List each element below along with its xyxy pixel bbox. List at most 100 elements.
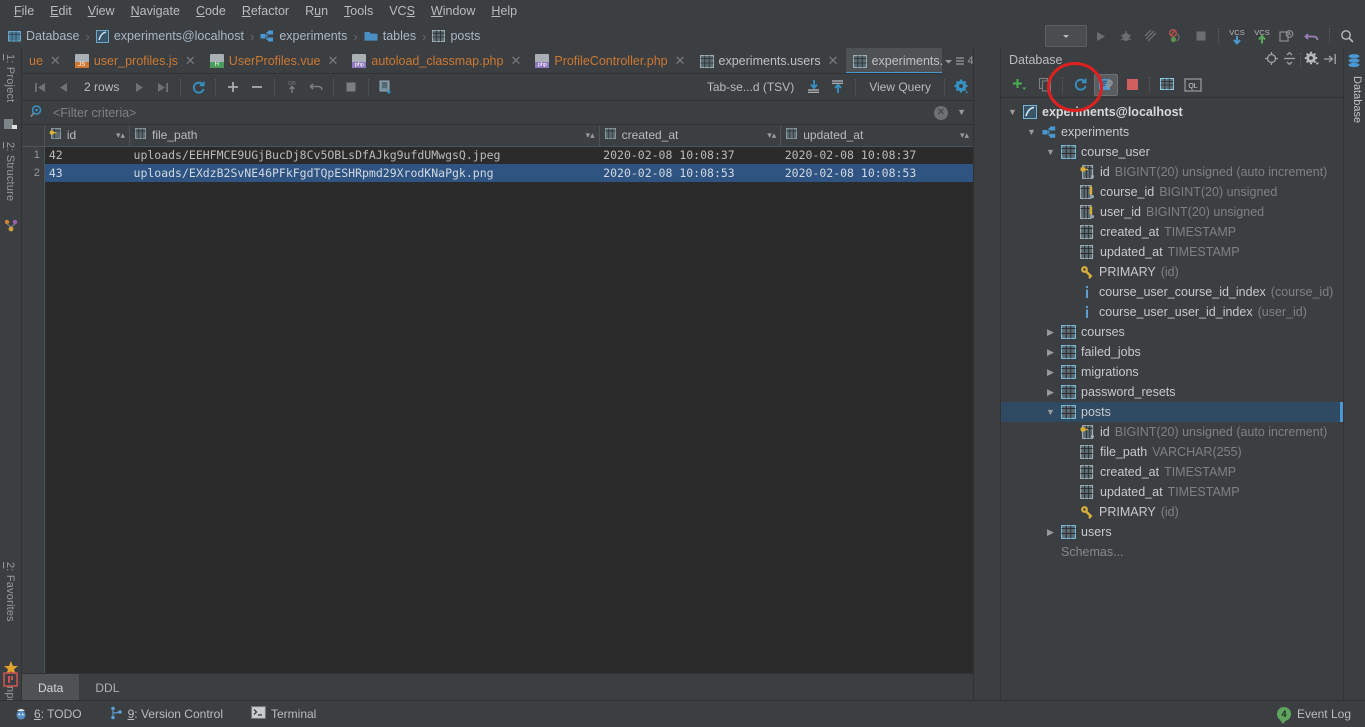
breadcrumb-item-experiments-localhost[interactable]: experiments@localhost xyxy=(95,29,244,43)
undo-icon[interactable] xyxy=(1300,25,1323,47)
coverage-icon[interactable] xyxy=(1139,25,1162,47)
menu-item-window[interactable]: Window xyxy=(423,2,483,20)
cell-updated-at[interactable]: 2020-02-08 10:08:53 xyxy=(780,164,974,182)
menu-item-run[interactable]: Run xyxy=(297,2,336,20)
editor-tab-user-profiles-js[interactable]: user_profiles.js ✕ xyxy=(68,48,203,73)
cell-created-at[interactable]: 2020-02-08 10:08:53 xyxy=(599,164,781,182)
gear-icon[interactable] xyxy=(1304,51,1320,69)
close-icon[interactable]: ✕ xyxy=(675,53,686,69)
status-item-version-control[interactable]: 9: Version Control xyxy=(96,706,237,723)
tree-node-course-id[interactable]: course_id BIGINT(20) unsigned xyxy=(1001,182,1343,202)
tree-node-password-resets[interactable]: ▶ password_resets xyxy=(1001,382,1343,402)
panel-splitter[interactable] xyxy=(973,48,974,700)
data-source-properties-button[interactable] xyxy=(1094,73,1118,96)
tree-node-id[interactable]: id BIGINT(20) unsigned (auto increment) xyxy=(1001,422,1343,442)
menu-item-refactor[interactable]: Refactor xyxy=(234,2,297,20)
jump-to-console-button[interactable] xyxy=(1155,74,1179,96)
editor-bottom-tab-ddl[interactable]: DDL xyxy=(79,674,135,701)
tree-node-created-at[interactable]: created_at TIMESTAMP xyxy=(1001,462,1343,482)
export-format-label[interactable]: Tab-se...d (TSV) xyxy=(699,80,802,94)
tree-node-failed-jobs[interactable]: ▶ failed_jobs xyxy=(1001,342,1343,362)
column-header-updated-at[interactable]: updated_at ▾▴ xyxy=(780,125,974,147)
chevron-right-icon[interactable]: ▶ xyxy=(1045,387,1056,398)
stop-square-icon[interactable] xyxy=(1120,74,1144,96)
stop-square-icon[interactable] xyxy=(1189,25,1212,47)
clear-filter-button[interactable]: ✕ xyxy=(934,106,948,120)
cancel-query-button[interactable] xyxy=(339,76,363,98)
profiler-icon[interactable] xyxy=(1164,25,1187,47)
sort-indicator-icon[interactable]: ▾▴ xyxy=(767,130,776,141)
menu-item-tools[interactable]: Tools xyxy=(336,2,381,20)
editor-tab-userprofiles-vue[interactable]: UserProfiles.vue ✕ xyxy=(203,48,346,73)
view-query-button[interactable]: View Query xyxy=(861,80,939,94)
search-icon[interactable] xyxy=(1336,25,1359,47)
close-icon[interactable]: ✕ xyxy=(828,53,839,69)
collapse-all-icon[interactable] xyxy=(1282,51,1297,69)
tree-node-migrations[interactable]: ▶ migrations xyxy=(1001,362,1343,382)
chevron-right-icon[interactable]: ▶ xyxy=(1045,327,1056,338)
column-header-created-at[interactable]: created_at ▾▴ xyxy=(599,125,782,147)
cell-created-at[interactable]: 2020-02-08 10:08:37 xyxy=(599,146,781,164)
breadcrumb-item-tables[interactable]: tables xyxy=(364,29,416,43)
chevron-down-icon[interactable]: ▼ xyxy=(1045,147,1056,157)
sidebar-tab-favorites[interactable]: 2: Favorites xyxy=(1,558,19,626)
editor-bottom-tab-data[interactable]: Data xyxy=(22,674,80,701)
cell-id[interactable]: 42 xyxy=(44,146,130,164)
tree-node-experiments-localhost[interactable]: ▼ experiments@localhost xyxy=(1001,102,1343,122)
sidebar-tab-project[interactable]: 1: Project xyxy=(1,50,19,106)
chevron-down-icon[interactable]: ▼ xyxy=(1007,107,1018,117)
vcs-history-button[interactable] xyxy=(1275,25,1298,47)
column-header-file-path[interactable]: file_path ▾▴ xyxy=(129,125,600,147)
sort-indicator-icon[interactable]: ▾▴ xyxy=(586,130,595,141)
tree-node-updated-at[interactable]: updated_at TIMESTAMP xyxy=(1001,242,1343,262)
submit-to-db-button[interactable]: DB xyxy=(280,76,304,98)
tree-node-course-user-user-id-index[interactable]: course_user_user_id_index (user_id) xyxy=(1001,302,1343,322)
chevron-right-icon[interactable]: ▶ xyxy=(1045,347,1056,358)
breadcrumb-item-experiments[interactable]: experiments xyxy=(260,29,347,43)
editor-tab-experiments-users[interactable]: experiments.users ✕ xyxy=(693,48,846,73)
chevron-down-icon[interactable]: ▼ xyxy=(1045,407,1056,417)
cell-file-path[interactable]: uploads/EEHFMCE9UGjBucDj8Cv5OBLsDfAJkg9u… xyxy=(129,146,600,164)
breadcrumb-item-posts[interactable]: posts xyxy=(432,29,480,43)
sort-indicator-icon[interactable]: ▾▴ xyxy=(960,130,969,141)
filter-input[interactable]: <Filter criteria> xyxy=(53,106,136,120)
menu-item-navigate[interactable]: Navigate xyxy=(123,2,188,20)
tree-node-primary[interactable]: PRIMARY (id) xyxy=(1001,502,1343,522)
tree-node-experiments[interactable]: ▼ experiments xyxy=(1001,122,1343,142)
cell-file-path[interactable]: uploads/EXdzB2SvNE46PFkFgdTQpESHRpmd29Xr… xyxy=(129,164,600,182)
editor-tab-autoload-classmap-php[interactable]: autoload_classmap.php ✕ xyxy=(345,48,528,73)
add-datasource-button[interactable] xyxy=(1007,74,1031,96)
editor-tab-clipped[interactable]: ue ✕ xyxy=(22,48,68,73)
chevron-right-icon[interactable]: ▶ xyxy=(1045,527,1056,538)
menu-item-vcs[interactable]: VCS xyxy=(381,2,423,20)
tree-node-courses[interactable]: ▶ courses xyxy=(1001,322,1343,342)
table-row[interactable]: 1 42 uploads/EEHFMCE9UGjBucDj8Cv5OBLsDfAJk… xyxy=(22,146,974,164)
sort-indicator-icon[interactable]: ▾▴ xyxy=(116,130,125,141)
hide-panel-icon[interactable] xyxy=(1323,52,1337,69)
chevron-down-icon[interactable]: ▼ xyxy=(957,107,966,117)
chevron-down-icon[interactable]: ▼ xyxy=(1026,127,1037,137)
revert-changes-button[interactable] xyxy=(304,76,328,98)
copy-icon[interactable] xyxy=(1033,74,1057,96)
refresh-button[interactable] xyxy=(1068,74,1092,96)
reload-page-button[interactable] xyxy=(186,76,210,98)
chevron-right-icon[interactable]: ▶ xyxy=(1045,367,1056,378)
status-item-terminal[interactable]: Terminal xyxy=(237,706,330,722)
vcs-update-button[interactable]: VCS xyxy=(1225,25,1248,47)
tree-node-label[interactable]: Schemas... xyxy=(1061,545,1124,559)
tree-node-user-id[interactable]: user_id BIGINT(20) unsigned xyxy=(1001,202,1343,222)
breadcrumb-item-database[interactable]: Database xyxy=(8,29,80,43)
run-configurations-dropdown[interactable] xyxy=(1045,25,1087,47)
menu-item-help[interactable]: Help xyxy=(483,2,525,20)
sql-console-icon[interactable]: QL xyxy=(1181,74,1205,96)
event-log-button[interactable]: Event Log xyxy=(1297,707,1351,721)
close-icon[interactable]: ✕ xyxy=(328,53,339,69)
data-grid[interactable]: id ▾▴ file_path ▾▴ created_at ▾▴ updated… xyxy=(22,125,974,673)
tree-node-schemas---[interactable]: Schemas... xyxy=(1001,542,1343,562)
close-icon[interactable]: ✕ xyxy=(510,53,521,69)
close-icon[interactable]: ✕ xyxy=(50,53,61,69)
delete-row-button[interactable] xyxy=(245,76,269,98)
menu-item-edit[interactable]: Edit xyxy=(42,2,80,20)
vcs-commit-button[interactable]: VCS xyxy=(1250,25,1273,47)
tree-node-course-user-course-id-index[interactable]: course_user_course_id_index (course_id) xyxy=(1001,282,1343,302)
